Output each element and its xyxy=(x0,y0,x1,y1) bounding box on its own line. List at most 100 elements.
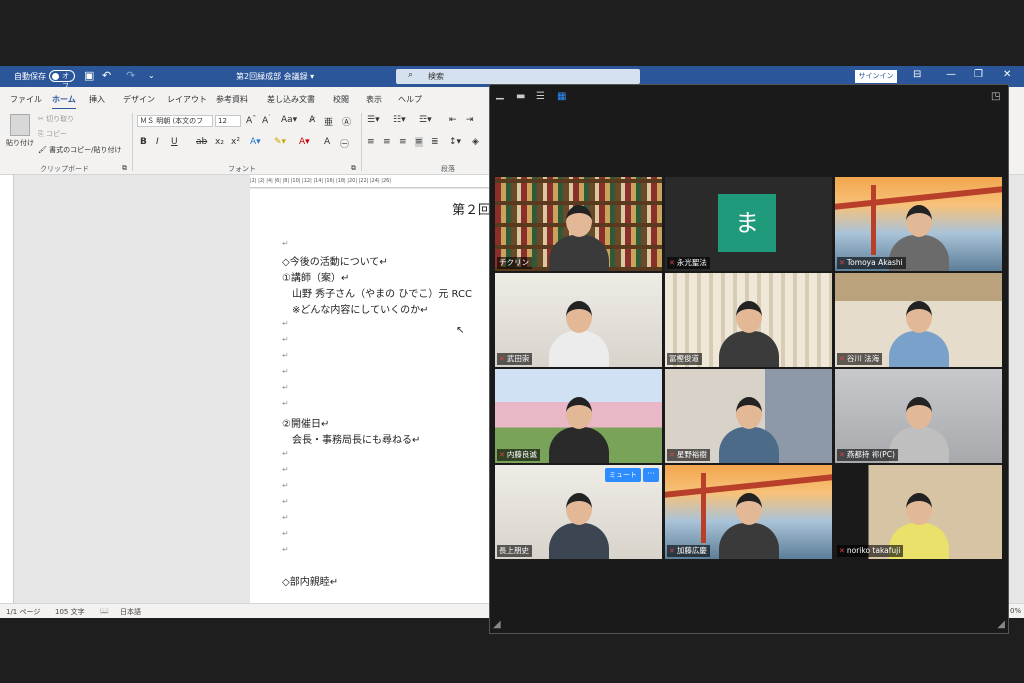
phonetic-guide-icon[interactable]: 亜 xyxy=(324,115,333,128)
autosave-label: 自動保存 xyxy=(14,72,46,81)
highlight-icon[interactable]: ✎▾ xyxy=(274,137,286,147)
more-options-button[interactable]: ··· xyxy=(643,468,659,482)
participant-tile[interactable]: ま ✕ 永光聖法 xyxy=(665,177,832,271)
align-center-icon[interactable]: ≡ xyxy=(383,137,391,147)
window-minimize-icon[interactable]: — xyxy=(946,69,956,80)
grow-font-icon[interactable]: A^ xyxy=(246,115,256,126)
ribbon-display-icon[interactable]: ⊟ xyxy=(913,69,921,80)
muted-mic-icon: ✕ xyxy=(839,451,845,459)
underline-icon[interactable]: U xyxy=(171,137,178,147)
multilevel-list-icon[interactable]: ☲▾ xyxy=(419,115,432,125)
participant-tile[interactable]: 冨樫俊道 xyxy=(665,273,832,367)
word-count[interactable]: 105 文字 xyxy=(55,607,85,617)
font-launcher-icon[interactable]: ⧉ xyxy=(351,164,356,173)
customize-qat-icon[interactable]: ⌄ xyxy=(148,71,155,80)
window-restore-icon[interactable]: ❐ xyxy=(974,69,983,80)
document-title[interactable]: 第2回緑成部 会議録 ▾ xyxy=(236,71,314,82)
proofing-icon[interactable]: 📖 xyxy=(100,607,109,615)
tab-file[interactable]: ファイル xyxy=(10,94,42,105)
tab-home[interactable]: ホーム xyxy=(52,94,76,110)
bold-icon[interactable]: B xyxy=(140,137,147,147)
tab-design[interactable]: デザイン xyxy=(123,94,155,105)
participant-tile[interactable]: ✕ 加藤広慶 xyxy=(665,465,832,559)
text-effects-icon[interactable]: A▾ xyxy=(250,137,261,147)
tab-review[interactable]: 校閲 xyxy=(333,94,349,105)
gallery-view-icon[interactable]: ▦ xyxy=(557,91,566,102)
resize-grip-icon[interactable]: ◢ xyxy=(493,619,501,630)
participant-tile[interactable]: 長上朋史 ミュート ··· xyxy=(495,465,662,559)
enclose-char-icon[interactable]: ㊀ xyxy=(340,137,349,150)
char-shading-icon[interactable]: A xyxy=(324,137,330,147)
participant-name: ✕ 内藤良诚 xyxy=(497,449,540,461)
empty-paragraph: ↵ xyxy=(282,351,289,360)
decrease-indent-icon[interactable]: ⇤ xyxy=(449,115,457,125)
char-border-icon[interactable]: Ⓐ xyxy=(342,115,351,128)
resize-grip-icon[interactable]: ◢ xyxy=(997,619,1005,630)
line-spacing-icon[interactable]: ↕▾ xyxy=(449,137,461,147)
superscript-icon[interactable]: x² xyxy=(231,137,240,147)
participant-tile[interactable]: ✕ Tomoya Akashi xyxy=(835,177,1002,271)
shading-icon[interactable]: ◈ xyxy=(472,137,479,147)
search-input[interactable]: ⌕ 検索 xyxy=(396,69,640,84)
minimize-video-icon[interactable]: ▁ xyxy=(496,89,504,100)
participant-gallery: チクリンま ✕ 永光聖法 ✕ Tomoya Akashi ✕ 武田崇 冨樫俊道 ✕ 谷川 法海 ✕ 内… xyxy=(495,177,1005,562)
tab-insert[interactable]: 挿入 xyxy=(89,94,105,105)
participant-name-label: 星野裕樹 xyxy=(676,450,707,459)
italic-icon[interactable]: I xyxy=(156,137,159,147)
split-view-icon[interactable]: ☰ xyxy=(536,91,545,102)
single-view-icon[interactable]: ▬ xyxy=(516,91,525,102)
tab-view[interactable]: 表示 xyxy=(366,94,382,105)
participant-tile[interactable]: ✕ 谷川 法海 xyxy=(835,273,1002,367)
subscript-icon[interactable]: x₂ xyxy=(215,137,224,147)
zoom-level[interactable]: 0% xyxy=(1010,607,1021,615)
clear-format-icon[interactable]: A̷ xyxy=(309,115,315,125)
tab-help[interactable]: ヘルプ xyxy=(398,94,422,105)
redo-icon[interactable]: ↷ xyxy=(126,69,135,82)
justify-icon[interactable]: ≡ xyxy=(415,137,423,147)
numbering-icon[interactable]: ☷▾ xyxy=(393,115,406,125)
clipboard-group-label: クリップボード xyxy=(40,165,89,173)
clipboard-icon[interactable] xyxy=(10,114,30,136)
page-count[interactable]: 1/1 ページ xyxy=(6,607,40,617)
mute-button[interactable]: ミュート xyxy=(605,468,641,482)
copy-label: コピー xyxy=(45,130,67,138)
fullscreen-icon[interactable]: ◳ xyxy=(991,91,1000,102)
font-size-select[interactable]: 12 xyxy=(215,115,241,127)
bullets-icon[interactable]: ☰▾ xyxy=(367,115,380,125)
signin-button[interactable]: サインイン xyxy=(855,70,897,83)
horizontal-ruler: |2| |2| |4| |6| |8| |10| |12| |14| |16| … xyxy=(250,175,490,188)
autosave-toggle[interactable]: オフ xyxy=(49,70,75,90)
cut-button[interactable]: ✂ 切り取り xyxy=(38,114,74,124)
participant-tile[interactable]: ✕ 星野裕樹 xyxy=(665,369,832,463)
copy-button[interactable]: ⎘ コピー xyxy=(38,129,67,139)
strikethrough-icon[interactable]: ab xyxy=(196,137,207,147)
language-indicator[interactable]: 日本語 xyxy=(120,607,141,617)
distributed-icon[interactable]: ≣ xyxy=(431,137,439,147)
participant-tile[interactable]: チクリン xyxy=(495,177,662,271)
paste-button[interactable]: 貼り付け xyxy=(6,138,34,148)
align-left-icon[interactable]: ≡ xyxy=(367,137,375,147)
tab-mailings[interactable]: 差し込み文書 xyxy=(267,94,315,105)
window-close-icon[interactable]: ✕ xyxy=(1003,69,1011,80)
tab-references[interactable]: 参考資料 xyxy=(216,94,248,105)
save-icon[interactable]: ▣ xyxy=(84,69,94,82)
undo-icon[interactable]: ↶ xyxy=(102,69,111,82)
clipboard-launcher-icon[interactable]: ⧉ xyxy=(122,164,127,173)
shrink-font-icon[interactable]: Aˇ xyxy=(262,115,271,126)
increase-indent-icon[interactable]: ⇥ xyxy=(466,115,474,125)
vertical-ruler xyxy=(0,175,14,603)
change-case-icon[interactable]: Aa▾ xyxy=(281,115,297,125)
participant-name: ✕ noriko takafuji xyxy=(837,545,904,557)
participant-tile[interactable]: ✕ 内藤良诚 xyxy=(495,369,662,463)
font-name-select[interactable]: ＭＳ 明朝 (本文のフ xyxy=(137,115,213,127)
align-right-icon[interactable]: ≡ xyxy=(399,137,407,147)
empty-paragraph: ↵ xyxy=(282,239,289,248)
participant-tile[interactable]: ✕ 燕都持 祢(PC) xyxy=(835,369,1002,463)
participant-tile[interactable]: ✕ 武田崇 xyxy=(495,273,662,367)
participant-tile[interactable]: ✕ noriko takafuji xyxy=(835,465,1002,559)
format-painter-button[interactable]: 🖌 書式のコピー/貼り付け xyxy=(38,145,121,155)
font-color-icon[interactable]: A▾ xyxy=(299,137,310,147)
tab-layout[interactable]: レイアウト xyxy=(167,94,207,105)
document-page[interactable]: 第２回 ↵ ◇今後の活動について↵ ①講師（案）↵ 山野 秀子さん（やまの ひで… xyxy=(250,189,490,603)
person-head xyxy=(565,397,592,429)
